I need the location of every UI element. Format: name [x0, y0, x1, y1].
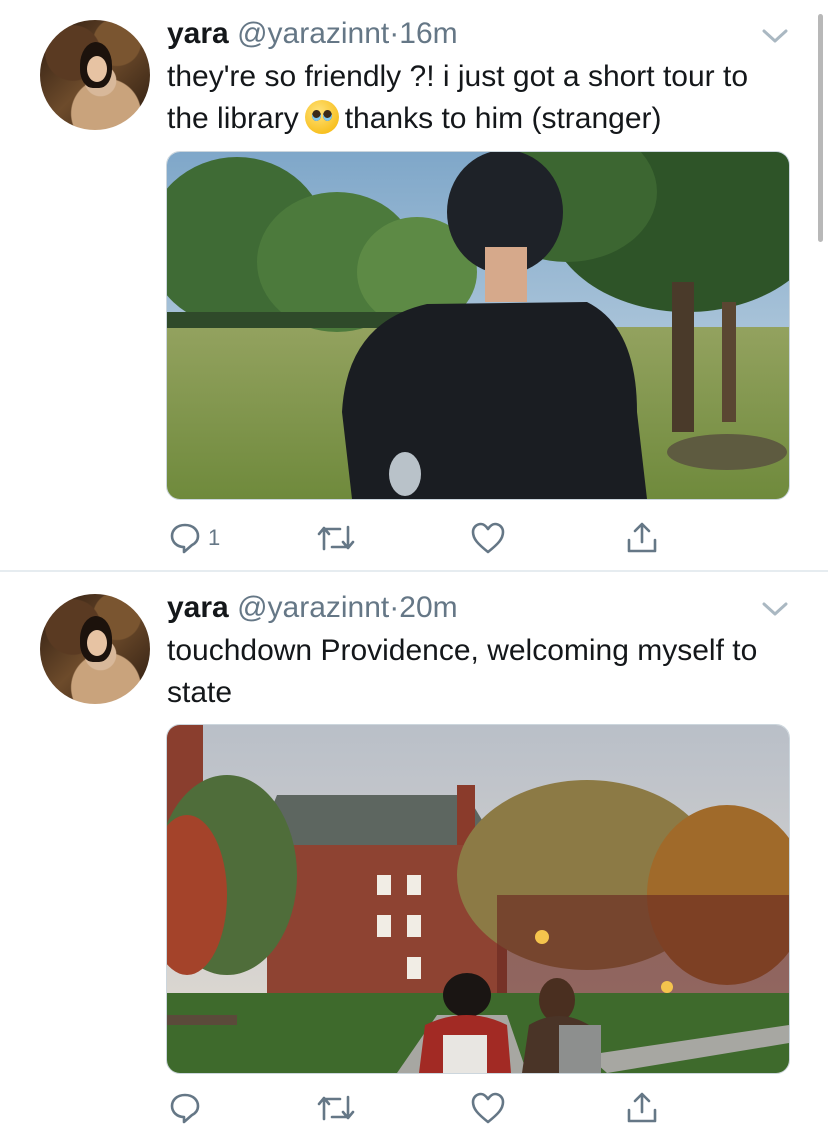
handle[interactable]: @yarazinnt	[237, 17, 389, 50]
heart-icon	[471, 1092, 505, 1124]
timestamp[interactable]: 20m	[399, 591, 457, 624]
handle[interactable]: @yarazinnt	[237, 591, 389, 624]
separator: ·	[389, 17, 400, 50]
avatar[interactable]	[40, 594, 150, 704]
retweet-icon	[317, 525, 355, 551]
display-name[interactable]: yara	[167, 591, 229, 624]
retweet-icon	[317, 1095, 355, 1121]
avatar[interactable]	[40, 20, 150, 130]
reply-button[interactable]	[168, 1088, 208, 1128]
separator: ·	[389, 591, 400, 624]
timestamp[interactable]: 16m	[399, 17, 457, 50]
park-photo-image	[167, 152, 789, 499]
chevron-down-icon[interactable]	[760, 26, 790, 46]
tweet-photo[interactable]	[166, 724, 790, 1074]
heart-icon	[471, 522, 505, 554]
tweet-actions	[166, 1088, 788, 1128]
chevron-down-icon[interactable]	[760, 599, 790, 619]
share-button[interactable]	[624, 518, 660, 558]
tweet-photo[interactable]	[166, 151, 790, 500]
scrollbar[interactable]	[818, 14, 823, 242]
tweet-text: touchdown Providence, welcoming myself t…	[167, 634, 758, 709]
reply-count: 1	[208, 525, 221, 550]
share-icon	[627, 1092, 657, 1123]
campus-photo-image	[167, 725, 789, 1073]
tweet-text-part: thanks to him (stranger)	[344, 102, 662, 135]
retweet-button[interactable]	[316, 518, 356, 558]
reply-button[interactable]: 1	[168, 518, 220, 558]
pleading-face-icon	[304, 100, 339, 134]
share-icon	[627, 522, 657, 553]
share-button[interactable]	[624, 1088, 660, 1128]
tweet-header: yara @yarazinnt·20m	[167, 590, 458, 626]
tweet-actions: 1	[166, 518, 788, 558]
display-name[interactable]: yara	[167, 17, 229, 50]
like-button[interactable]	[470, 518, 506, 558]
reply-icon	[170, 523, 200, 554]
tweet-text: they're so friendly ?! i just got a shor…	[167, 56, 797, 140]
tweet-header: yara @yarazinnt·16m	[167, 16, 458, 52]
like-button[interactable]	[470, 1088, 506, 1128]
tweet[interactable]: yara @yarazinnt·16m they're so friendly …	[0, 0, 828, 570]
reply-icon	[170, 1093, 200, 1124]
retweet-button[interactable]	[316, 1088, 356, 1128]
